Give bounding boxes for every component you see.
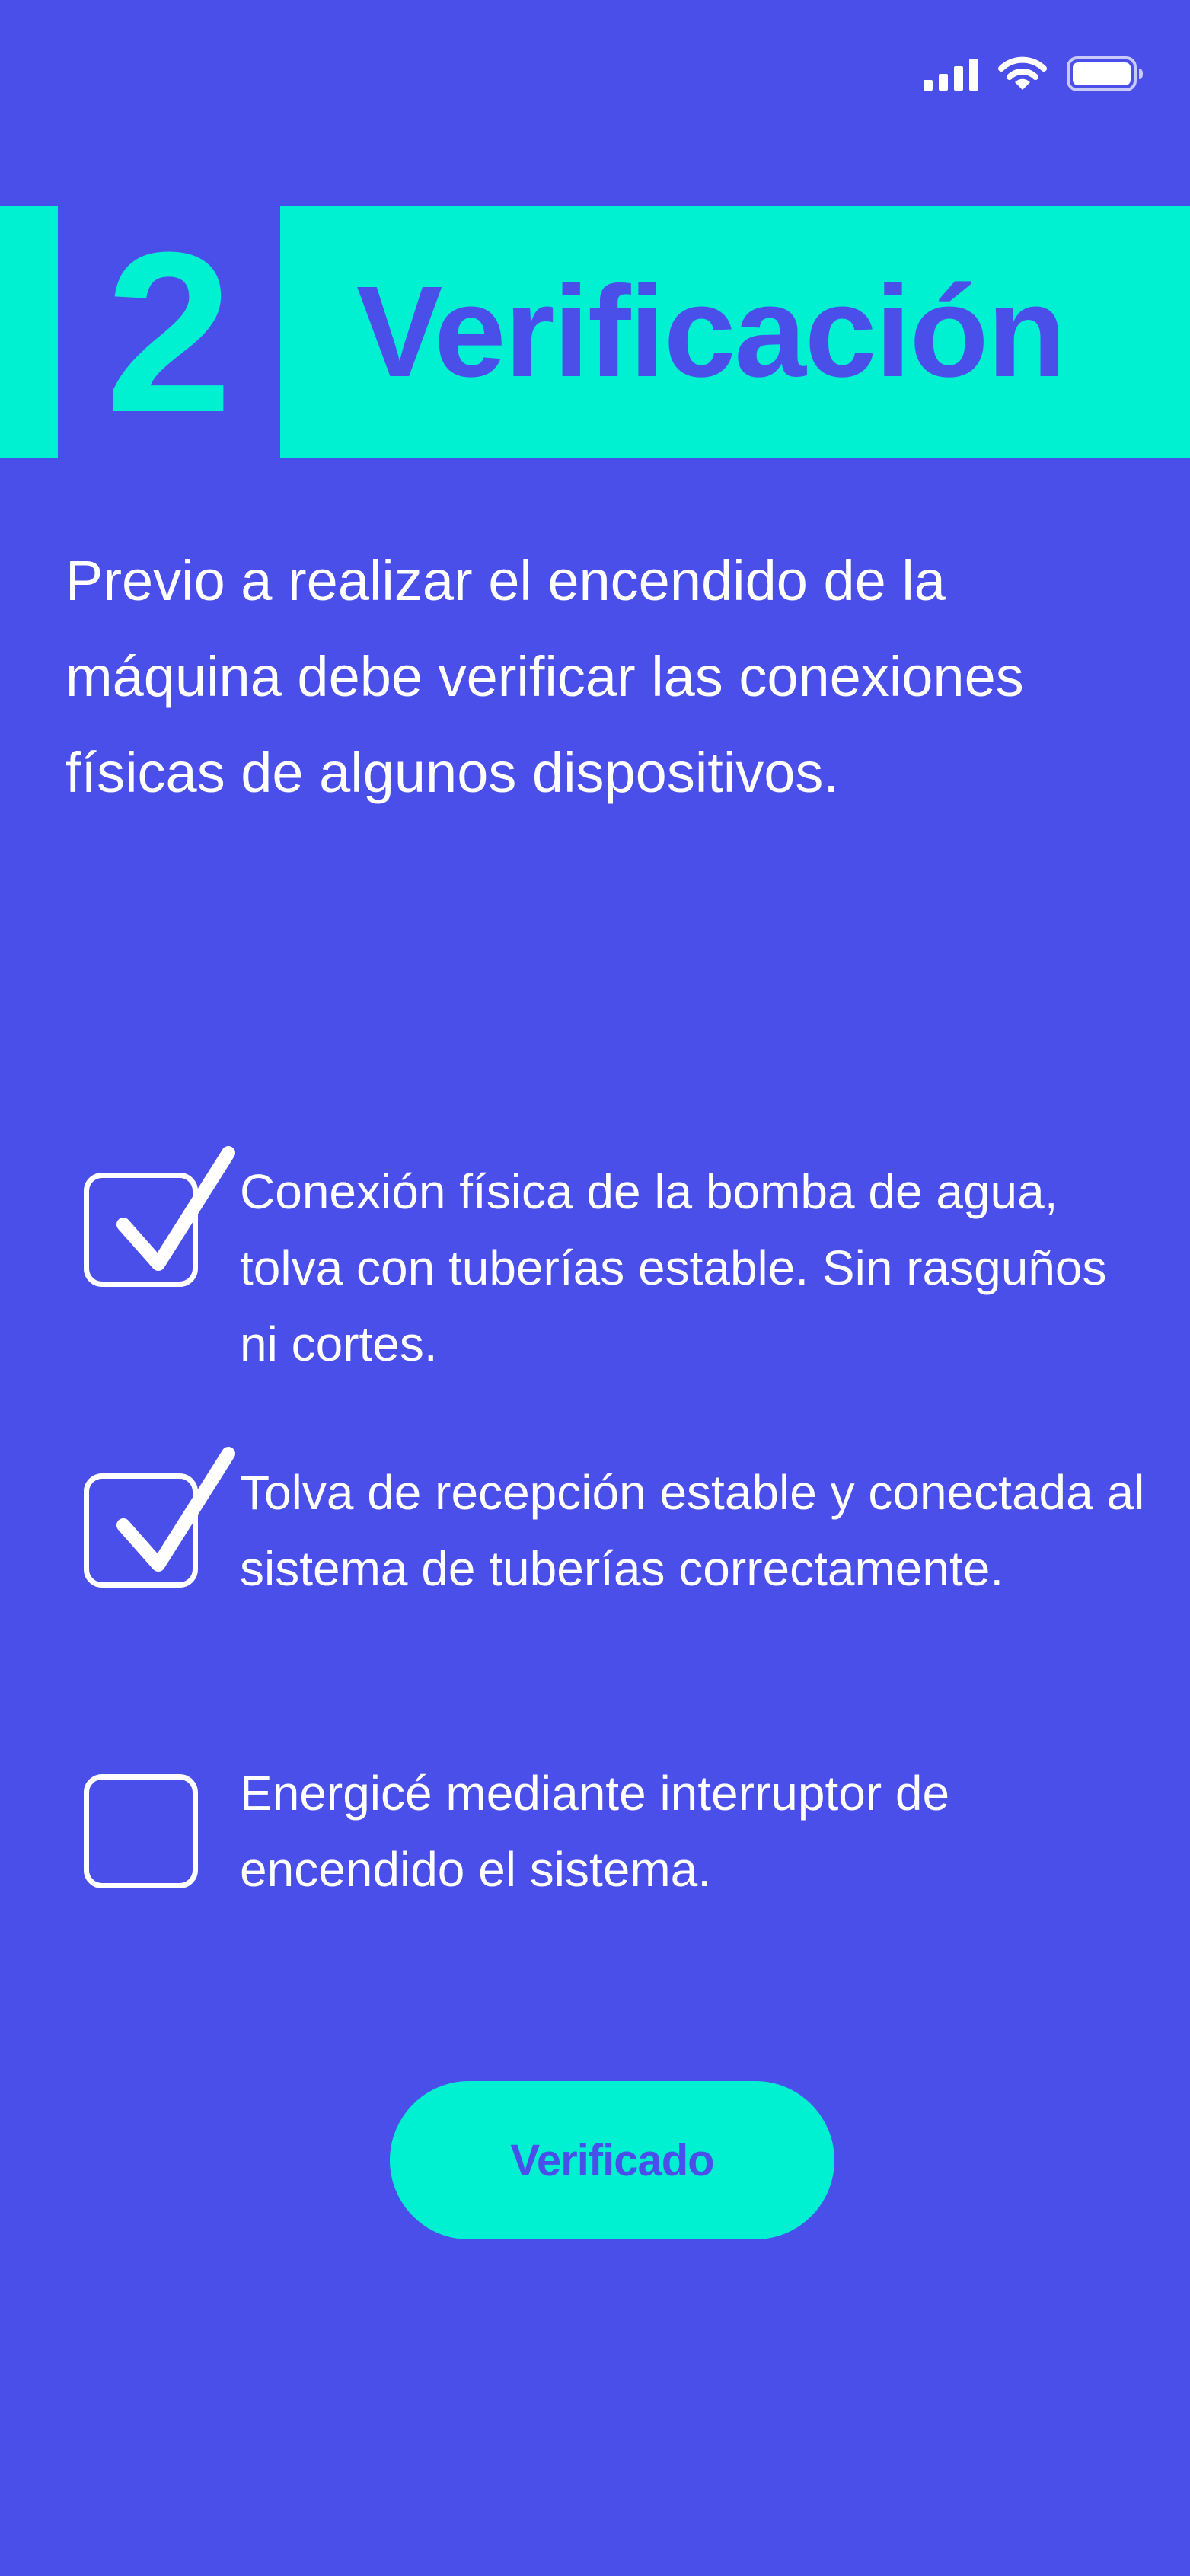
checklist-item-label: Energicé mediante interruptor de encendi… xyxy=(240,1766,950,1897)
intro-text: Previo a realizar el encendido de la máq… xyxy=(65,549,1024,804)
checkmark-icon xyxy=(116,1447,235,1572)
cellular-signal-icon xyxy=(924,57,978,91)
header-accent-bar xyxy=(0,206,58,458)
checklist-item-label: Conexión física de la bomba de agua, tol… xyxy=(240,1164,1107,1371)
checkmark-icon xyxy=(116,1146,235,1271)
wifi-icon xyxy=(998,56,1047,91)
page-title: Verificación xyxy=(356,260,1066,404)
status-bar xyxy=(924,47,1144,101)
step-number: 2 xyxy=(105,204,233,460)
battery-icon xyxy=(1067,56,1144,92)
checkbox-unchecked[interactable] xyxy=(84,1774,198,1888)
step-header: 2 Verificación xyxy=(0,206,1190,458)
checklist-item-label: Tolva de recepción estable y conectada a… xyxy=(240,1465,1145,1596)
verified-button[interactable]: Verificado xyxy=(390,2081,834,2239)
